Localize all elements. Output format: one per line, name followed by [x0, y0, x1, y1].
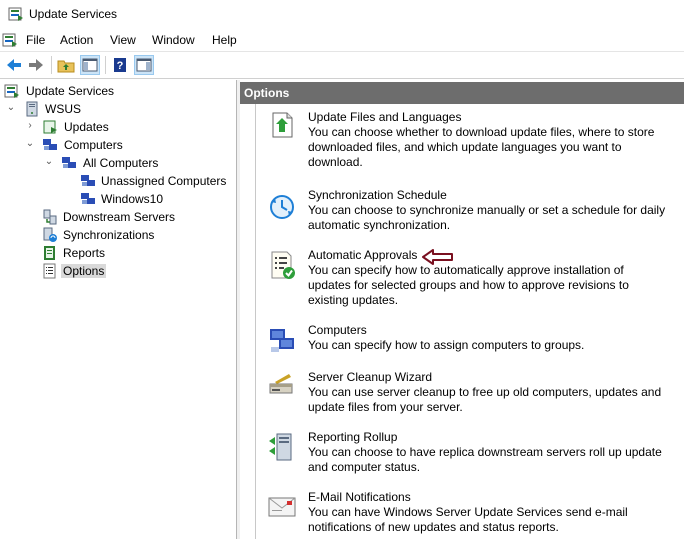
toolbar-separator	[51, 56, 52, 74]
tree-label: Updates	[64, 120, 109, 134]
toolbar-separator	[105, 56, 106, 74]
panel-header: Options	[240, 82, 684, 104]
toolbar: ?	[0, 51, 684, 79]
reporting-rollup-icon	[267, 432, 297, 462]
tree-label: Reports	[63, 246, 106, 260]
cleanup-wizard-icon	[267, 370, 297, 400]
back-button[interactable]	[4, 55, 24, 75]
up-one-level-button[interactable]	[56, 55, 76, 75]
update-files-icon	[267, 110, 297, 140]
menu-help[interactable]: Help	[212, 33, 237, 47]
reports-icon	[42, 245, 58, 261]
option-title[interactable]: E-Mail Notifications	[308, 490, 411, 504]
sync-schedule-icon	[267, 192, 297, 222]
option-email-notifications[interactable]: E-Mail Notifications You can have Window…	[267, 490, 667, 538]
tree-label: Options	[61, 264, 107, 278]
email-notifications-icon	[267, 492, 297, 522]
update-services-icon	[4, 83, 20, 99]
computer-group-icon	[80, 191, 96, 207]
tree-label: Unassigned Computers	[101, 174, 227, 188]
chevron-down-icon[interactable]: ⌄	[6, 102, 16, 114]
svg-text:?: ?	[117, 60, 124, 72]
tree-label: Computers	[64, 138, 123, 152]
show-hide-action-pane-icon	[136, 58, 152, 72]
option-title[interactable]: Reporting Rollup	[308, 430, 397, 444]
tree-item-unassigned-computers[interactable]: Unassigned Computers	[80, 172, 234, 190]
update-services-app-icon	[8, 6, 24, 25]
tree-label: Synchronizations	[63, 228, 155, 242]
annotation-arrow-icon	[422, 249, 453, 265]
tree-item-wsus[interactable]: ⌄ WSUS	[6, 100, 234, 118]
server-icon	[24, 101, 40, 117]
show-hide-console-tree-button[interactable]	[80, 55, 100, 75]
option-description: You can choose whether to download updat…	[308, 125, 655, 169]
option-title[interactable]: Server Cleanup Wizard	[308, 370, 432, 384]
tree-label: WSUS	[45, 102, 81, 116]
tree-item-computers[interactable]: ⌄ Computers	[25, 136, 234, 154]
options-icon	[42, 263, 58, 279]
option-description: You can specify how to automatically app…	[308, 263, 629, 307]
option-reporting-rollup[interactable]: Reporting Rollup You can choose to have …	[267, 430, 667, 478]
tree-item-update-services[interactable]: Update Services	[4, 82, 234, 100]
downstream-servers-icon	[42, 209, 58, 225]
show-hide-tree-icon	[82, 58, 98, 72]
forward-button[interactable]	[26, 55, 46, 75]
content-divider	[255, 104, 256, 539]
tree-item-windows10[interactable]: Windows10	[80, 190, 234, 208]
help-icon: ?	[114, 58, 126, 72]
option-title[interactable]: Synchronization Schedule	[308, 188, 447, 202]
automatic-approvals-icon	[267, 250, 297, 280]
option-description: You can choose to have replica downstrea…	[308, 445, 662, 474]
tree-item-updates[interactable]: › Updates	[25, 118, 234, 136]
tree-label: Windows10	[101, 192, 164, 206]
mmc-system-menu-icon[interactable]	[2, 32, 18, 51]
up-folder-icon	[57, 60, 75, 73]
tree-item-all-computers[interactable]: ⌄ All Computers	[44, 154, 234, 172]
computers-icon	[267, 325, 297, 355]
tree-label: All Computers	[83, 156, 159, 170]
menu-bar: File Action View Window Help	[0, 30, 684, 50]
option-automatic-approvals[interactable]: Automatic Approvals You can specify how …	[267, 248, 667, 308]
option-description: You can have Windows Server Update Servi…	[308, 505, 628, 534]
option-title[interactable]: Automatic Approvals	[308, 248, 417, 262]
tree-item-reports[interactable]: Reports	[42, 244, 234, 262]
synchronizations-icon	[42, 227, 58, 243]
tree-label: Update Services	[26, 84, 115, 98]
forward-arrow-icon	[29, 59, 43, 71]
option-computers[interactable]: Computers You can specify how to assign …	[267, 323, 667, 357]
options-pane: Options Update Files and Languages You c…	[240, 80, 684, 539]
window-title: Update Services	[29, 7, 118, 21]
chevron-down-icon[interactable]: ⌄	[44, 156, 54, 168]
console-tree: Update Services ⌄ WSUS › Updates ⌄ Compu…	[0, 80, 237, 539]
option-synchronization-schedule[interactable]: Synchronization Schedule You can choose …	[267, 188, 667, 234]
menu-file[interactable]: File	[26, 33, 45, 47]
menu-window[interactable]: Window	[152, 33, 195, 47]
tree-label: Downstream Servers	[63, 210, 176, 224]
show-hide-action-pane-button[interactable]	[134, 55, 154, 75]
tree-item-options[interactable]: Options	[42, 262, 234, 280]
option-update-files-and-languages[interactable]: Update Files and Languages You can choos…	[267, 110, 667, 170]
computer-group-icon	[61, 155, 77, 171]
option-title[interactable]: Computers	[308, 323, 367, 337]
computers-icon	[42, 137, 58, 153]
title-bar: Update Services	[0, 0, 684, 28]
updates-icon	[42, 119, 58, 135]
tree-item-synchronizations[interactable]: Synchronizations	[42, 226, 234, 244]
back-arrow-icon	[7, 59, 21, 71]
option-description: You can choose to synchronize manually o…	[308, 203, 666, 232]
option-description: You can use server cleanup to free up ol…	[308, 385, 662, 414]
option-description: You can specify how to assign computers …	[308, 338, 585, 352]
menu-action[interactable]: Action	[60, 33, 93, 47]
chevron-right-icon[interactable]: ›	[25, 120, 35, 132]
help-button[interactable]: ?	[110, 55, 130, 75]
chevron-down-icon[interactable]: ⌄	[25, 138, 35, 150]
option-title[interactable]: Update Files and Languages	[308, 110, 461, 124]
option-server-cleanup-wizard[interactable]: Server Cleanup Wizard You can use server…	[267, 370, 667, 418]
menu-view[interactable]: View	[110, 33, 136, 47]
panel-title: Options	[244, 86, 290, 100]
tree-item-downstream-servers[interactable]: Downstream Servers	[42, 208, 234, 226]
computer-group-icon	[80, 173, 96, 189]
